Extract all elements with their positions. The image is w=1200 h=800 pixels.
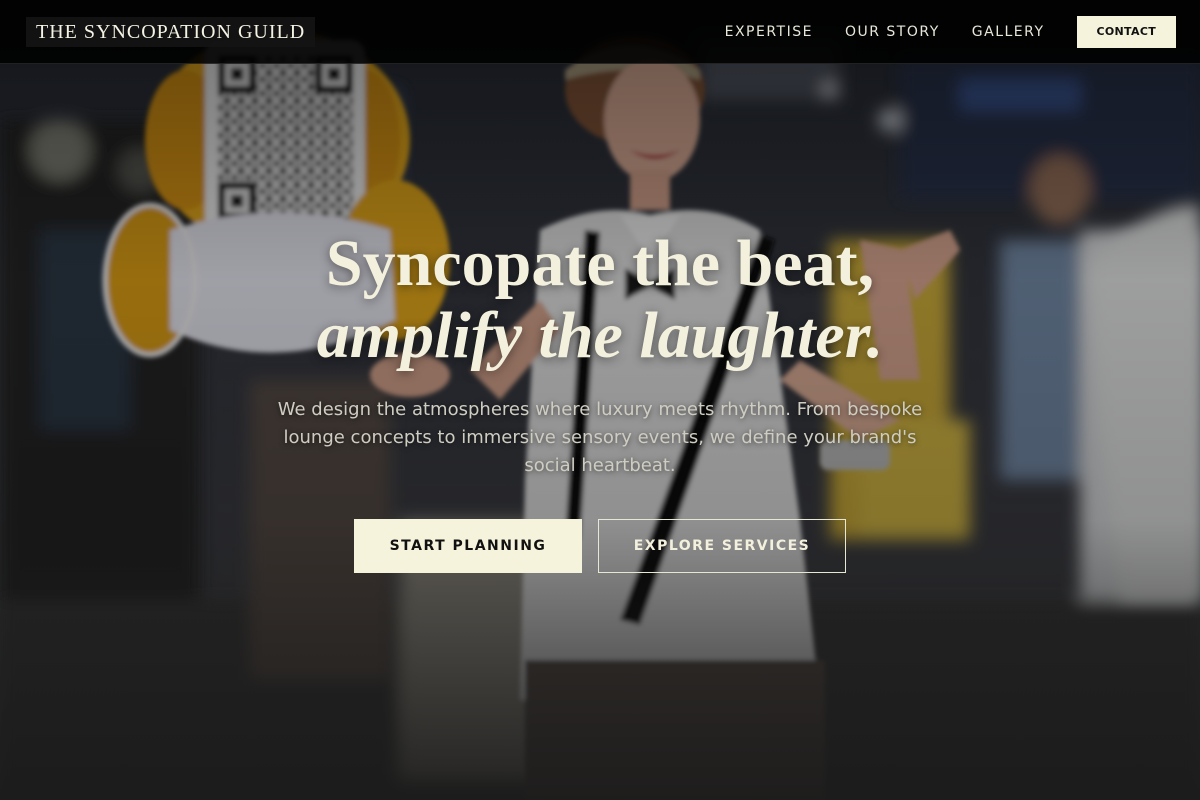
landing-page: THE SYNCOPATION GUILD EXPERTISE OUR STOR… — [0, 0, 1200, 800]
nav-link-our-story[interactable]: OUR STORY — [845, 24, 940, 40]
top-navigation: THE SYNCOPATION GUILD EXPERTISE OUR STOR… — [0, 0, 1200, 64]
nav-link-gallery[interactable]: GALLERY — [972, 24, 1045, 40]
hero-title-line2: amplify the laughter. — [316, 299, 884, 372]
nav-links: EXPERTISE OUR STORY GALLERY CONTACT — [725, 16, 1176, 48]
start-planning-button[interactable]: START PLANNING — [354, 519, 582, 573]
explore-services-button[interactable]: EXPLORE SERVICES — [598, 519, 846, 573]
hero-subtitle: We design the atmospheres where luxury m… — [277, 399, 923, 476]
hero-title-line1: Syncopate the beat, — [325, 227, 875, 300]
nav-link-expertise[interactable]: EXPERTISE — [725, 24, 813, 40]
contact-button[interactable]: CONTACT — [1076, 16, 1176, 48]
brand-logo[interactable]: THE SYNCOPATION GUILD — [26, 17, 316, 47]
hero-title: Syncopate the beat, amplify the laughter… — [0, 228, 1200, 372]
